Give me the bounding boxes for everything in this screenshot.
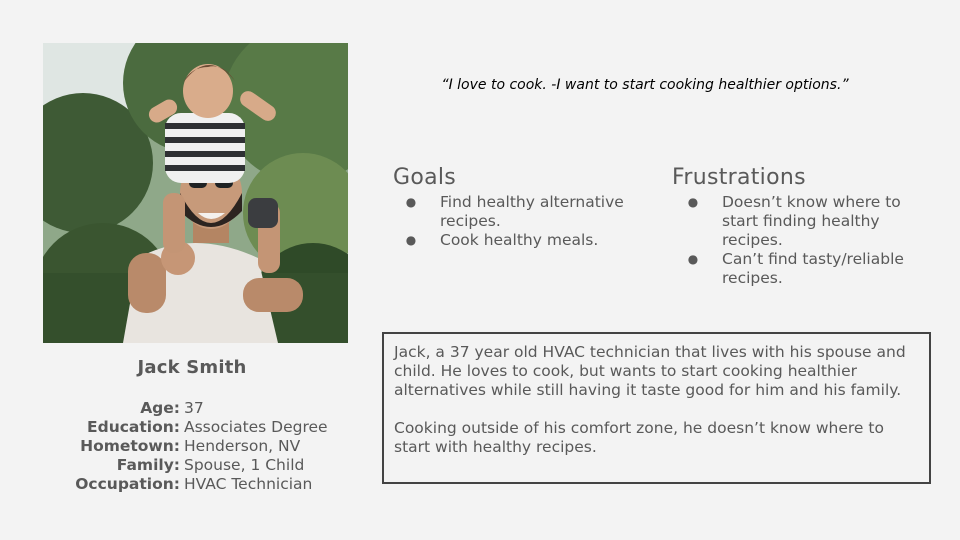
list-item: ● Cook healthy meals. bbox=[405, 231, 665, 250]
frustrations-list: ● Doesn’t know where to start finding he… bbox=[687, 193, 937, 288]
persona-name: Jack Smith bbox=[137, 357, 247, 378]
bio-paragraph: Jack, a 37 year old HVAC technician that… bbox=[394, 343, 906, 399]
frustrations-title: Frustrations bbox=[672, 165, 806, 190]
detail-label: Hometown: bbox=[80, 437, 180, 455]
detail-label: Age: bbox=[140, 399, 180, 417]
detail-hometown: Hometown: Henderson, NV bbox=[60, 437, 360, 456]
detail-value: 37 bbox=[184, 399, 204, 417]
list-item: ● Doesn’t know where to start finding he… bbox=[687, 193, 937, 250]
detail-label: Family: bbox=[116, 456, 180, 474]
bullet-icon: ● bbox=[687, 195, 699, 209]
goals-title: Goals bbox=[393, 165, 457, 190]
bullet-icon: ● bbox=[405, 233, 417, 247]
persona-details: Age: 37 Education: Associates Degree Hom… bbox=[60, 399, 360, 494]
frustration-text: Can’t find tasty/reliable recipes. bbox=[722, 250, 904, 287]
goal-text: Cook healthy meals. bbox=[440, 231, 599, 249]
detail-age: Age: 37 bbox=[60, 399, 360, 418]
list-item: ● Find healthy alternative recipes. bbox=[405, 193, 665, 231]
persona-slide: Jack Smith Age: 37 Education: Associates… bbox=[0, 0, 960, 540]
persona-quote: “I love to cook. -I want to start cookin… bbox=[441, 77, 849, 93]
detail-value: HVAC Technician bbox=[184, 475, 313, 493]
frustration-text: Doesn’t know where to start finding heal… bbox=[722, 193, 901, 249]
detail-family: Family: Spouse, 1 Child bbox=[60, 456, 360, 475]
persona-photo bbox=[43, 43, 348, 343]
detail-occupation: Occupation: HVAC Technician bbox=[60, 475, 360, 494]
persona-photo-illustration bbox=[43, 43, 348, 343]
goal-text: Find healthy alternative recipes. bbox=[440, 193, 624, 230]
bullet-icon: ● bbox=[405, 195, 417, 209]
bio-paragraph: Cooking outside of his comfort zone, he … bbox=[394, 419, 884, 456]
list-item: ● Can’t find tasty/reliable recipes. bbox=[687, 250, 937, 288]
detail-label: Education: bbox=[87, 418, 180, 436]
detail-label: Occupation: bbox=[75, 475, 180, 493]
bullet-icon: ● bbox=[687, 252, 699, 266]
detail-value: Henderson, NV bbox=[184, 437, 301, 455]
goals-list: ● Find healthy alternative recipes. ● Co… bbox=[405, 193, 665, 250]
bio-box: Jack, a 37 year old HVAC technician that… bbox=[382, 332, 931, 484]
detail-value: Spouse, 1 Child bbox=[184, 456, 305, 474]
detail-education: Education: Associates Degree bbox=[60, 418, 360, 437]
detail-value: Associates Degree bbox=[184, 418, 328, 436]
